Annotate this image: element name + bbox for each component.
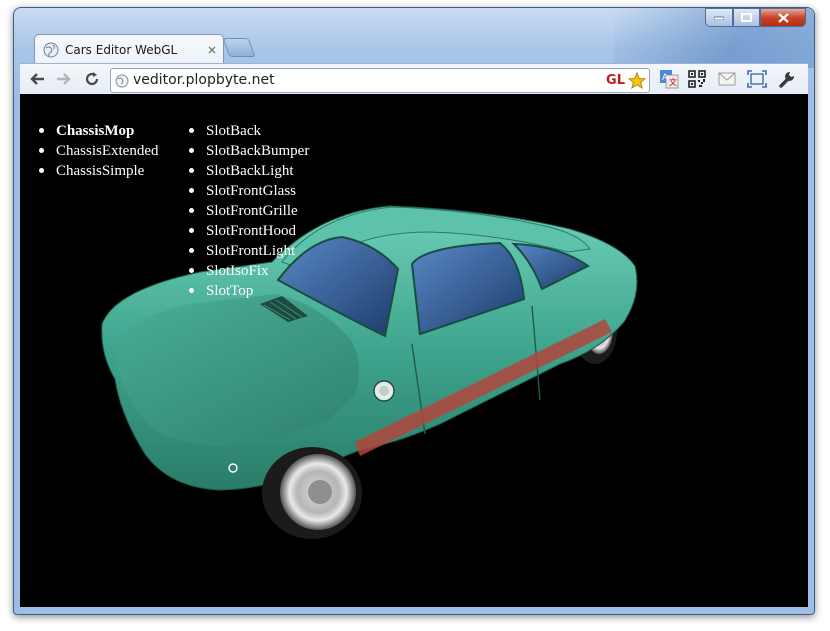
wrench-icon	[779, 71, 795, 88]
slot-item-slotfrontgrille[interactable]: SlotFrontGrille	[184, 201, 309, 221]
slot-item-slotback[interactable]: SlotBack	[184, 121, 309, 141]
minimize-button[interactable]	[705, 8, 733, 27]
maximize-icon	[741, 13, 752, 22]
globe-icon	[43, 42, 59, 57]
slot-item-slotfronthood[interactable]: SlotFrontHood	[184, 221, 309, 241]
browser-window: Cars Editor WebGL veditor.plopbyte.net G…	[13, 7, 815, 615]
chassis-item-chassissimple[interactable]: ChassisSimple	[34, 161, 159, 181]
mail-extension-button[interactable]	[716, 68, 738, 90]
back-button[interactable]	[26, 68, 48, 90]
slot-list: SlotBack SlotBackBumper SlotBackLight Sl…	[184, 121, 309, 301]
address-bar[interactable]: veditor.plopbyte.net GL	[110, 68, 650, 93]
tab-cars-editor[interactable]: Cars Editor WebGL	[34, 34, 224, 64]
slot-item-slottop[interactable]: SlotTop	[184, 281, 309, 301]
webgl-viewport[interactable]: ChassisMop ChassisExtended ChassisSimple…	[20, 94, 808, 607]
slot-item-slotisofix[interactable]: SlotIsoFix	[184, 261, 309, 281]
chassis-item-chassismop[interactable]: ChassisMop	[34, 121, 159, 141]
url-text: veditor.plopbyte.net	[133, 72, 275, 88]
site-globe-icon	[115, 74, 129, 88]
chassis-list: ChassisMop ChassisExtended ChassisSimple	[34, 121, 159, 181]
mail-icon	[718, 72, 736, 86]
settings-wrench-button[interactable]	[776, 68, 798, 90]
close-window-button[interactable]	[760, 8, 806, 27]
reload-button[interactable]	[81, 68, 103, 90]
minimize-icon	[714, 16, 724, 20]
slot-item-slotbacklight[interactable]: SlotBackLight	[184, 161, 309, 181]
forward-button[interactable]	[53, 68, 75, 90]
reload-icon	[85, 72, 99, 86]
tab-title: Cars Editor WebGL	[65, 42, 178, 57]
translate-extension-button[interactable]: A 文	[658, 68, 680, 90]
bookmark-star-icon[interactable]	[628, 72, 646, 90]
back-arrow-icon	[30, 73, 44, 85]
tab-close-icon[interactable]	[207, 45, 217, 55]
browser-toolbar: veditor.plopbyte.net GL A 文	[20, 63, 808, 94]
svg-text:文: 文	[669, 77, 677, 87]
slot-item-slotbackbumper[interactable]: SlotBackBumper	[184, 141, 309, 161]
new-tab-button[interactable]	[222, 38, 256, 57]
slot-item-slotfrontglass[interactable]: SlotFrontGlass	[184, 181, 309, 201]
translate-icon: A 文	[660, 70, 679, 89]
fullscreen-icon	[747, 70, 767, 88]
slot-item-slotfrontlight[interactable]: SlotFrontLight	[184, 241, 309, 261]
webgl-badge[interactable]: GL	[606, 73, 625, 88]
forward-arrow-icon	[57, 73, 71, 85]
fullscreen-extension-button[interactable]	[746, 68, 768, 90]
qr-code-icon	[688, 70, 706, 88]
maximize-button[interactable]	[733, 8, 760, 27]
chassis-item-chassisextended[interactable]: ChassisExtended	[34, 141, 159, 161]
svg-text:A: A	[662, 73, 669, 83]
qr-code-extension-button[interactable]	[686, 68, 708, 90]
close-icon	[777, 12, 789, 23]
